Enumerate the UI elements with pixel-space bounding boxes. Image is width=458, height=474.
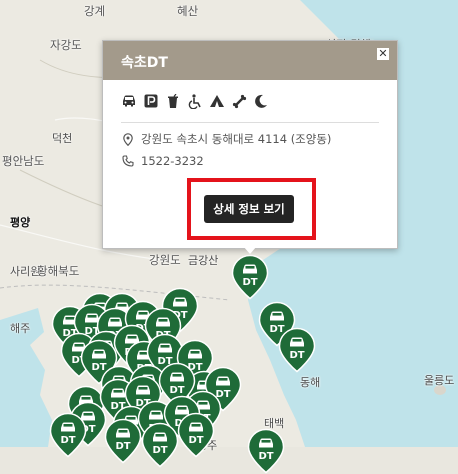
map-label: 금강산	[188, 254, 219, 267]
popup-pointer	[243, 246, 257, 254]
map-marker-icon: DT	[141, 422, 179, 468]
map-marker-icon: DT	[177, 412, 215, 458]
dt-store-marker[interactable]: DT	[141, 422, 179, 468]
map-label: 사리원	[10, 265, 41, 278]
dt-store-marker[interactable]: DT	[104, 418, 142, 464]
popup-divider	[121, 122, 379, 123]
store-address: 강원도 속초시 동해대로 4114 (조양동)	[141, 132, 332, 146]
popup-header: 속초DT ✕	[103, 41, 397, 80]
dt-store-marker[interactable]: DT	[49, 412, 87, 458]
map-marker-icon: DT	[247, 428, 285, 474]
close-icon[interactable]: ✕	[377, 48, 389, 60]
map-label: 동해	[300, 376, 321, 389]
dt-store-marker[interactable]: DT	[247, 428, 285, 474]
map-label: 평안남도	[2, 154, 45, 168]
dt-store-marker[interactable]: DT	[231, 254, 269, 300]
camping-icon	[209, 93, 225, 109]
phone-row: 1522-3232	[121, 154, 204, 168]
store-phone: 1522-3232	[141, 154, 204, 168]
map-marker-icon: DT	[231, 254, 269, 300]
map-label: 강계	[84, 4, 106, 18]
map-marker-icon: DT	[278, 327, 316, 373]
map-label: 자강도	[50, 38, 82, 52]
map-label: 해주	[10, 322, 31, 335]
map-label: 강원도	[149, 253, 181, 267]
accessible-icon	[187, 93, 203, 109]
dt-store-marker[interactable]: DT	[177, 412, 215, 458]
marker-label: DT	[242, 277, 257, 288]
car-icon	[121, 93, 137, 109]
map-label: 혜산	[177, 4, 199, 18]
night-icon	[253, 93, 269, 109]
map-label: 울릉도	[424, 374, 455, 387]
amenity-icons	[121, 93, 269, 109]
dt-store-marker[interactable]: DT	[278, 327, 316, 373]
drink-icon	[165, 93, 181, 109]
store-title: 속초DT	[121, 55, 168, 71]
marker-label: DT	[289, 350, 304, 361]
map-label: 평양	[10, 216, 31, 229]
marker-label: DT	[60, 435, 75, 446]
map-marker-icon: DT	[49, 412, 87, 458]
marker-label: DT	[188, 435, 203, 446]
map-label: 황해북도	[37, 264, 80, 278]
address-row: 강원도 속초시 동해대로 4114 (조양동)	[121, 131, 331, 147]
location-pin-icon	[121, 132, 135, 146]
parking-icon	[143, 93, 159, 109]
phone-icon	[121, 154, 135, 168]
map-label: 덕천	[52, 132, 73, 145]
pet-icon	[231, 93, 247, 109]
detail-info-button[interactable]: 상세 정보 보기	[204, 195, 294, 223]
marker-label: DT	[258, 451, 273, 462]
map-marker-icon: DT	[104, 418, 142, 464]
